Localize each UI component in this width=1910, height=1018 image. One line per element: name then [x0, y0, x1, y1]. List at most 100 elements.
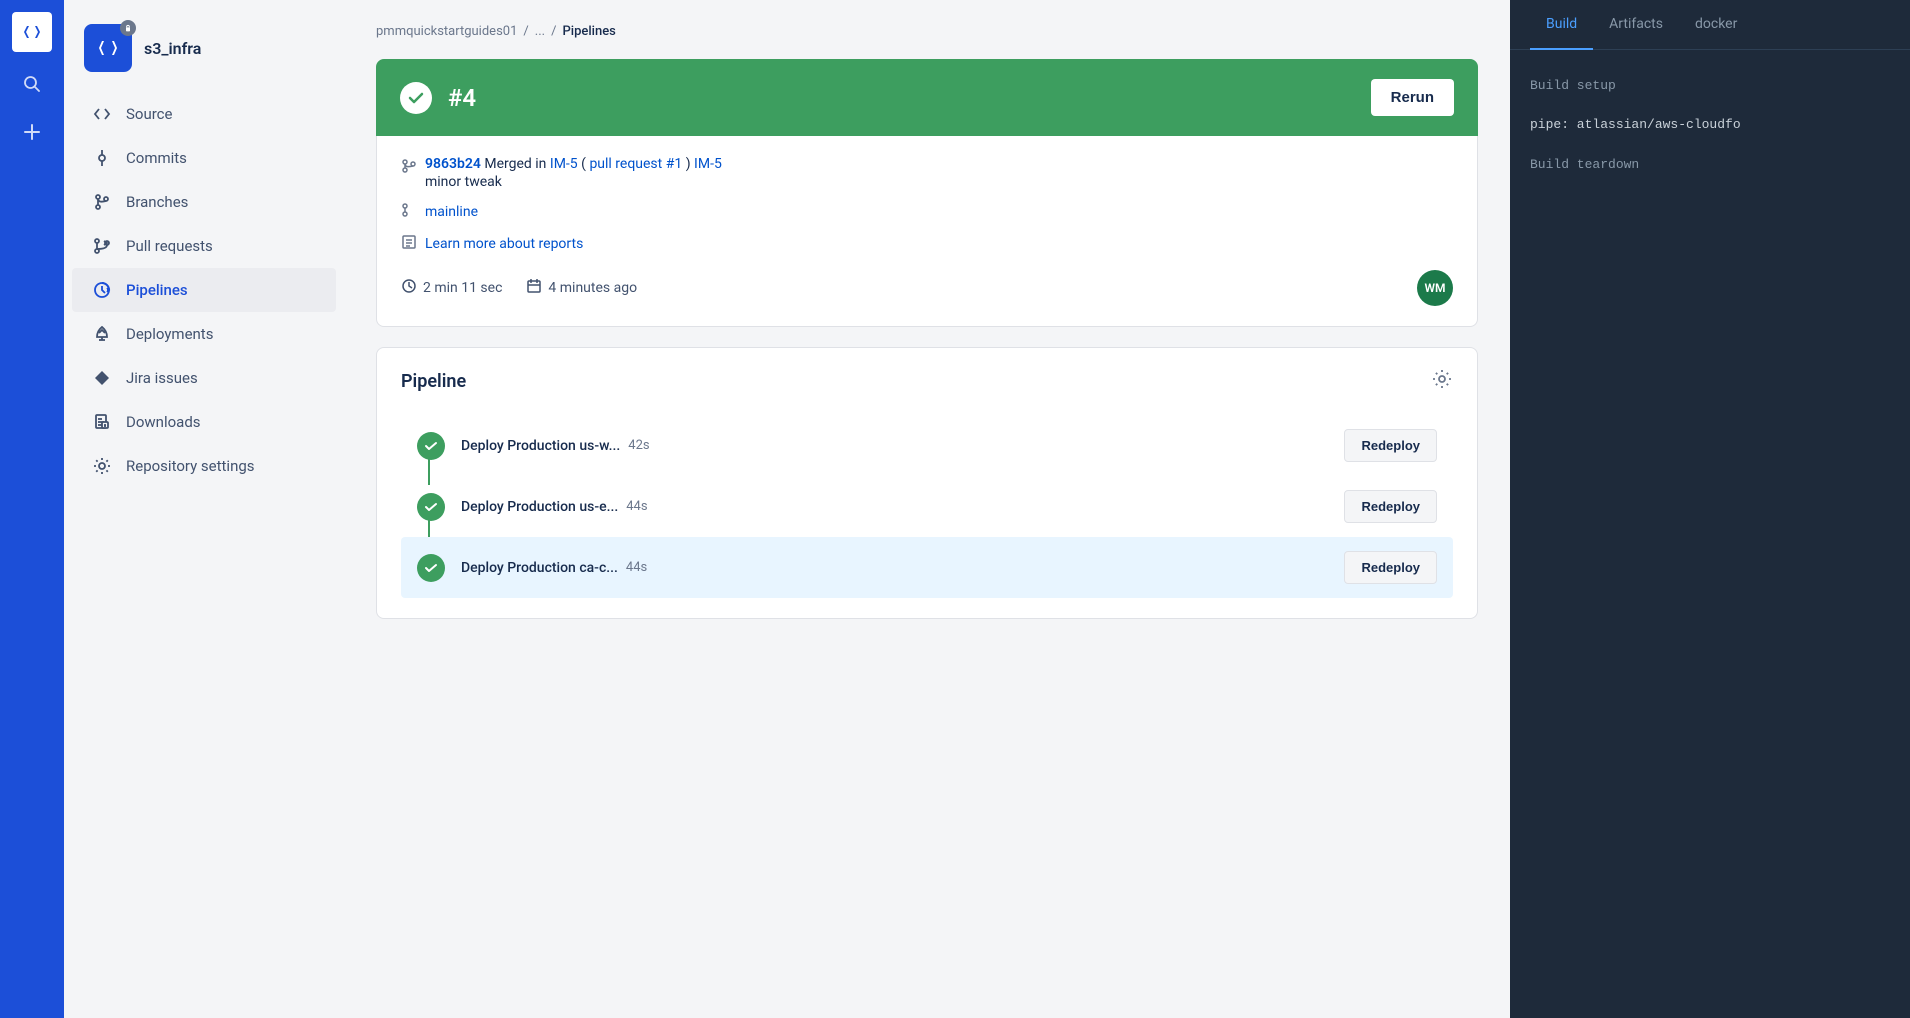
pipeline-header-card: #4 Rerun — [376, 59, 1478, 136]
pipeline-success-icon — [400, 82, 432, 114]
icon-bar — [0, 0, 64, 1018]
sidebar-item-deployments[interactable]: Deployments — [72, 312, 336, 356]
step-2-name: Deploy Production us-e... — [461, 499, 618, 515]
step-3-redeploy-button[interactable]: Redeploy — [1344, 551, 1437, 584]
step-3-name: Deploy Production ca-c... — [461, 560, 618, 576]
breadcrumb-current: Pipelines — [562, 24, 615, 39]
rerun-button[interactable]: Rerun — [1371, 79, 1454, 116]
breadcrumb-part-2[interactable]: ... — [535, 24, 545, 39]
commit-details: 9863b24 Merged in IM-5 ( pull request #1… — [425, 156, 722, 190]
sidebar-nav: Source Commits — [64, 92, 344, 488]
clock-icon — [401, 278, 417, 298]
step-2-duration: 44s — [626, 499, 647, 514]
branch-label[interactable]: mainline — [425, 204, 478, 220]
app-logo[interactable] — [12, 12, 52, 52]
right-panel-tabs: Build Artifacts docker — [1510, 0, 1910, 50]
pipeline-header-left: #4 — [400, 82, 476, 114]
commits-icon — [92, 148, 112, 168]
branch-icon — [401, 202, 417, 222]
source-label: Source — [126, 105, 172, 123]
sidebar-item-downloads[interactable]: Downloads — [72, 400, 336, 444]
breadcrumb-separator-1: / — [523, 24, 528, 39]
step-2-redeploy-button[interactable]: Redeploy — [1344, 490, 1437, 523]
pipeline-step-2: Deploy Production us-e... 44s Redeploy — [401, 476, 1453, 537]
breadcrumb-part-1[interactable]: pmmquickstartguides01 — [376, 24, 517, 39]
settings-icon — [92, 456, 112, 476]
step-3-check-icon — [417, 554, 445, 582]
pull-requests-label: Pull requests — [126, 237, 213, 255]
build-pipe-section: pipe: atlassian/aws-cloudfo — [1530, 113, 1890, 136]
pull-request-link[interactable]: pull request #1 — [589, 156, 682, 172]
commit-info: 9863b24 Merged in IM-5 ( pull request #1… — [401, 156, 1453, 190]
sidebar-item-pipelines[interactable]: Pipelines — [72, 268, 336, 312]
step-2-check-icon — [417, 493, 445, 521]
pipeline-step-3: Deploy Production ca-c... 44s Redeploy — [401, 537, 1453, 598]
pull-requests-icon — [92, 236, 112, 256]
step-3-info: Deploy Production ca-c... 44s — [461, 560, 1328, 576]
calendar-icon — [526, 278, 542, 298]
jira-issues-label: Jira issues — [126, 369, 198, 387]
tab-artifacts[interactable]: Artifacts — [1593, 0, 1679, 50]
downloads-label: Downloads — [126, 413, 201, 431]
repo-name: s3_infra — [144, 39, 201, 58]
pipeline-card-header: Pipeline — [377, 348, 1477, 415]
sidebar-item-pull-requests[interactable]: Pull requests — [72, 224, 336, 268]
repo-icon — [84, 24, 132, 72]
commit-line: 9863b24 Merged in IM-5 ( pull request #1… — [425, 156, 722, 172]
reports-info: Learn more about reports — [401, 234, 1453, 254]
sidebar: s3_infra Source Commits — [64, 0, 344, 1018]
commits-label: Commits — [126, 149, 187, 167]
repo-lock-badge — [120, 20, 136, 36]
pipeline-steps: Deploy Production us-w... 42s Redeploy D… — [377, 415, 1477, 618]
deployments-label: Deployments — [126, 325, 213, 343]
step-1-redeploy-button[interactable]: Redeploy — [1344, 429, 1437, 462]
main-content: pmmquickstartguides01 / ... / Pipelines … — [344, 0, 1510, 1018]
pipeline-section-title: Pipeline — [401, 371, 466, 392]
add-icon[interactable] — [16, 116, 48, 148]
jira-icon — [92, 368, 112, 388]
breadcrumb-separator-2: / — [551, 24, 556, 39]
step-3-duration: 44s — [626, 560, 647, 575]
sidebar-item-repository-settings[interactable]: Repository settings — [72, 444, 336, 488]
search-icon[interactable] — [16, 68, 48, 100]
sidebar-item-source[interactable]: Source — [72, 92, 336, 136]
user-avatar: WM — [1417, 270, 1453, 306]
branch-ref-1[interactable]: IM-5 — [550, 156, 578, 172]
step-2-info: Deploy Production us-e... 44s — [461, 499, 1328, 515]
commit-hash[interactable]: 9863b24 — [425, 156, 481, 172]
downloads-icon — [92, 412, 112, 432]
branches-label: Branches — [126, 193, 188, 211]
duration-item: 2 min 11 sec — [401, 278, 502, 298]
sidebar-item-branches[interactable]: Branches — [72, 180, 336, 224]
pipeline-settings-icon[interactable] — [1431, 368, 1453, 395]
right-panel-build-content: Build setup pipe: atlassian/aws-cloudfo … — [1510, 50, 1910, 1018]
meta-left: 2 min 11 sec 4 minutes ago — [401, 278, 637, 298]
build-teardown-section: Build teardown — [1530, 153, 1890, 176]
pipeline-time-ago: 4 minutes ago — [548, 280, 637, 296]
branches-icon — [92, 192, 112, 212]
branch-ref-2[interactable]: IM-5 — [694, 156, 722, 172]
commit-branch-icon — [401, 158, 417, 178]
reports-link[interactable]: Learn more about reports — [425, 236, 583, 252]
pipeline-step-1: Deploy Production us-w... 42s Redeploy — [401, 415, 1453, 476]
right-panel: Build Artifacts docker Build setup pipe:… — [1510, 0, 1910, 1018]
step-1-duration: 42s — [628, 438, 649, 453]
commit-merged-text: Merged in — [484, 156, 550, 172]
build-teardown-label: Build teardown — [1530, 153, 1890, 176]
breadcrumb: pmmquickstartguides01 / ... / Pipelines — [376, 24, 1478, 39]
sidebar-item-jira-issues[interactable]: Jira issues — [72, 356, 336, 400]
repo-header: s3_infra — [64, 16, 344, 92]
step-1-check-icon — [417, 432, 445, 460]
build-setup-label: Build setup — [1530, 74, 1890, 97]
reports-icon — [401, 234, 417, 254]
tab-build[interactable]: Build — [1530, 0, 1593, 50]
branch-info: mainline — [401, 202, 1453, 222]
tab-docker[interactable]: docker — [1679, 0, 1753, 50]
step-1-info: Deploy Production us-w... 42s — [461, 438, 1328, 454]
sidebar-item-commits[interactable]: Commits — [72, 136, 336, 180]
pipelines-icon — [92, 280, 112, 300]
time-item: 4 minutes ago — [526, 278, 637, 298]
pipeline-number: #4 — [448, 84, 476, 112]
build-setup-section: Build setup — [1530, 74, 1890, 97]
source-icon — [92, 104, 112, 124]
